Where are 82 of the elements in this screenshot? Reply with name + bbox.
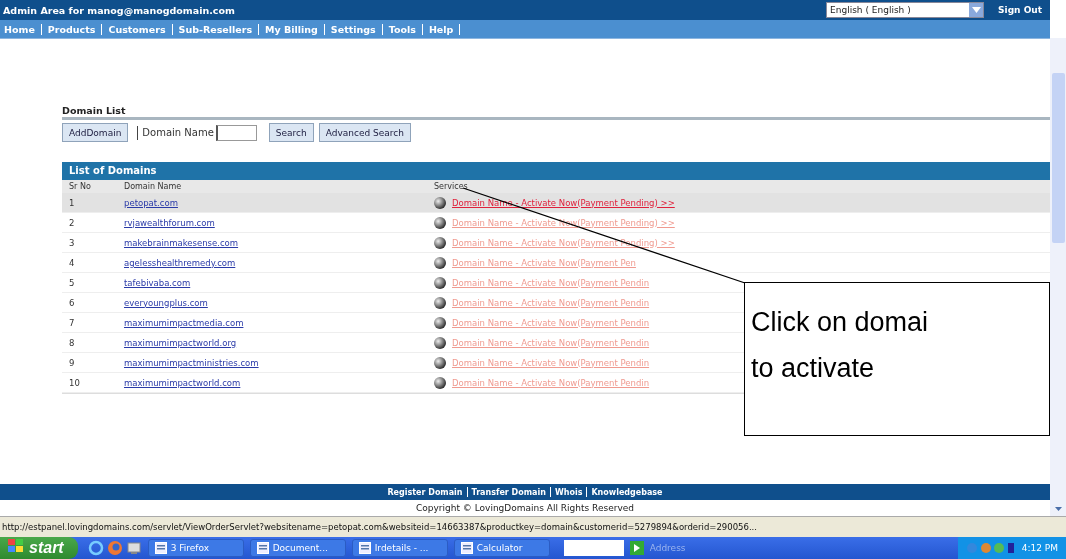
footer-link[interactable]: Transfer Domain: [471, 487, 546, 497]
nav-link[interactable]: Help: [428, 23, 454, 35]
scroll-down-icon: [1054, 507, 1062, 511]
callout-text: Click on domai: [751, 306, 929, 339]
row-number: 8: [68, 337, 76, 348]
footer-link[interactable]: Register Domain: [387, 487, 463, 497]
nav-link[interactable]: Customers: [108, 23, 166, 35]
row-number: 1: [68, 197, 76, 208]
sphere-icon: [434, 296, 446, 309]
advanced-search-button[interactable]: Advanced Search: [318, 123, 411, 142]
callout-text: to activate: [751, 352, 875, 385]
nav-link[interactable]: Sub-Resellers: [178, 23, 253, 35]
row-number: 5: [68, 277, 76, 288]
domain-link[interactable]: tafebivaba.com: [124, 277, 191, 288]
activate-link[interactable]: Domain Name - Activate Now(Payment Pendin: [452, 297, 650, 308]
activate-link[interactable]: Domain Name - Activate Now(Payment Pendin: [452, 337, 650, 348]
domain-link[interactable]: agelesshealthremedy.com: [124, 257, 236, 268]
nav-link[interactable]: My Billing: [265, 23, 318, 35]
row-number: 7: [68, 317, 76, 328]
taskbar-button[interactable]: Document...: [249, 539, 346, 557]
copyright-text: Copyright © LovingDomains All Rights Reserved: [415, 502, 635, 515]
footer-link[interactable]: Knowledgebase: [591, 487, 663, 497]
column-header: Domain Name: [124, 182, 183, 191]
sphere-icon: [434, 336, 446, 349]
sphere-icon: [434, 376, 446, 389]
address-label: Address: [649, 543, 686, 553]
sign-out-link[interactable]: Sign Out: [998, 5, 1042, 15]
row-number: 10: [68, 377, 81, 388]
window-icon: [256, 542, 269, 554]
search-button[interactable]: Search: [268, 123, 314, 142]
taskbar-button[interactable]: Irdetails - ...: [351, 539, 448, 557]
row-number: 9: [68, 357, 76, 368]
tray-icon[interactable]: [965, 541, 1016, 555]
activate-link[interactable]: Domain Name - Activate Now(Payment Pendin: [452, 317, 650, 328]
row-number: 4: [68, 257, 76, 268]
domain-link[interactable]: maximumimpactministries.com: [124, 357, 259, 368]
nav-link[interactable]: Settings: [330, 23, 376, 35]
taskbar-button[interactable]: 3 Firefox: [147, 539, 244, 557]
scroll-thumb[interactable]: [1051, 73, 1065, 243]
domain-link[interactable]: petopat.com: [124, 197, 178, 208]
window-icon: [460, 542, 473, 554]
row-number: 6: [68, 297, 76, 308]
domain-link[interactable]: makebrainmakesense.com: [124, 237, 239, 248]
domain-name-field[interactable]: [215, 124, 257, 141]
domain-link[interactable]: maximumimpactworld.org: [124, 337, 237, 348]
activate-link[interactable]: Domain Name - Activate Now(Payment Pen: [452, 257, 636, 268]
nav-link[interactable]: Products: [47, 23, 96, 35]
domain-link[interactable]: maximumimpactworld.com: [124, 377, 241, 388]
activate-link[interactable]: Domain Name - Activate Now(Payment Pendin: [452, 357, 650, 368]
window-icon: [358, 542, 371, 554]
sphere-icon: [434, 356, 446, 369]
sphere-icon: [434, 216, 446, 229]
row-number: 3: [68, 237, 76, 248]
activate-link[interactable]: Domain Name - Activate Now(Payment Pendin: [452, 377, 650, 388]
header-title: Admin Area for manog@manogdomain.com: [3, 4, 235, 16]
domain-link[interactable]: everyoungplus.com: [124, 297, 208, 308]
nav-link[interactable]: Tools: [388, 23, 416, 35]
desktop-icon[interactable]: [125, 540, 142, 556]
footer-link[interactable]: Whois: [554, 487, 583, 497]
window-icon: [154, 542, 167, 554]
sphere-icon: [434, 316, 446, 329]
activate-link[interactable]: Domain Name - Activate Now(Payment Pendin: [452, 277, 650, 288]
add-domain-button[interactable]: AddDomain: [62, 123, 129, 142]
domain-link[interactable]: rvjawealthforum.com: [124, 217, 215, 228]
table-title-bar: List of Domains: [62, 162, 1050, 180]
clock: 4:12 PM: [1021, 543, 1058, 553]
row-number: 2: [68, 217, 76, 228]
field-label: Domain Name: [142, 127, 214, 138]
taskbar-button[interactable]: Calculator: [453, 539, 550, 557]
sphere-icon: [434, 236, 446, 249]
column-header: Services: [434, 182, 468, 191]
go-icon[interactable]: [629, 541, 644, 555]
sphere-icon: [434, 256, 446, 269]
sphere-icon: [434, 276, 446, 289]
nav-link[interactable]: Home: [4, 23, 35, 35]
domain-link[interactable]: maximumimpactmedia.com: [124, 317, 244, 328]
status-url: http://estpanel.lovingdomains.com/servlet/ViewOrderServlet?websitename=petopat.com&websiteid=14663387&productkey=domain&customerid=5279894&orderid=290056...: [2, 522, 757, 532]
sphere-icon: [434, 196, 446, 209]
start-button[interactable]: start: [0, 537, 78, 559]
column-header: Sr No: [68, 182, 92, 191]
language-select[interactable]: English ( English ): [826, 2, 985, 18]
section-title: Domain List: [62, 105, 1050, 120]
